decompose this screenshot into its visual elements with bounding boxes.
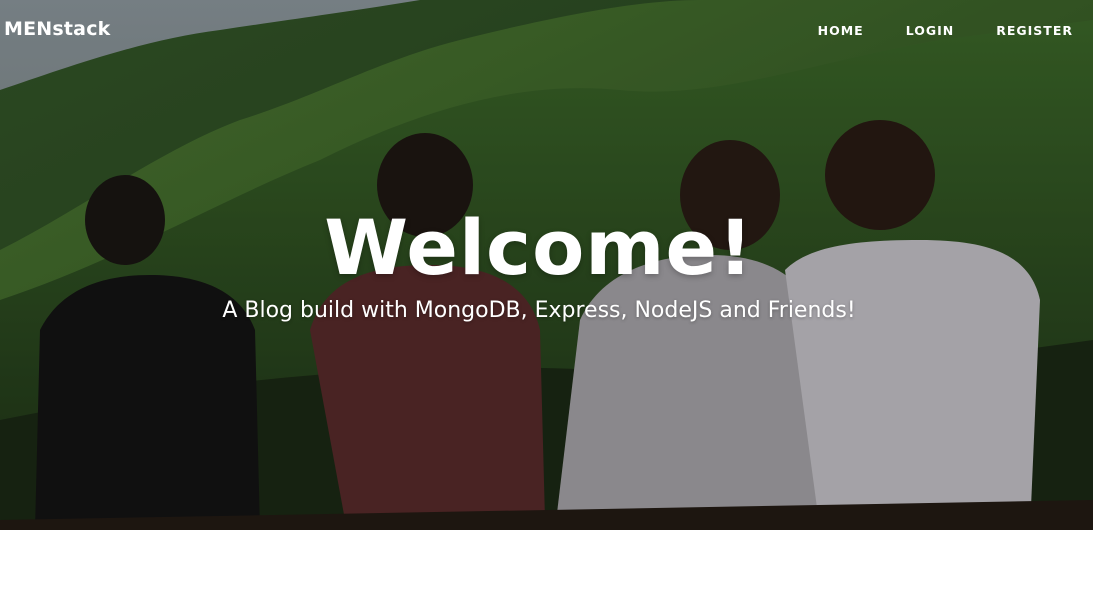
top-navbar: MENstack HOME LOGIN REGISTER: [0, 0, 1093, 62]
hero-section: MENstack HOME LOGIN REGISTER Welcome! A …: [0, 0, 1093, 530]
hero-text-block: Welcome! A Blog build with MongoDB, Expr…: [0, 200, 1078, 323]
nav-login-link[interactable]: LOGIN: [864, 23, 955, 38]
brand-logo-link[interactable]: MENstack: [4, 18, 111, 40]
nav-register-link[interactable]: REGISTER: [954, 23, 1073, 38]
nav-home-link[interactable]: HOME: [818, 23, 864, 38]
hero-title: Welcome!: [324, 203, 754, 292]
hero-subtitle: A Blog build with MongoDB, Express, Node…: [222, 298, 856, 323]
nav-links: HOME LOGIN REGISTER: [818, 23, 1073, 38]
page-content-area: [0, 530, 1093, 616]
